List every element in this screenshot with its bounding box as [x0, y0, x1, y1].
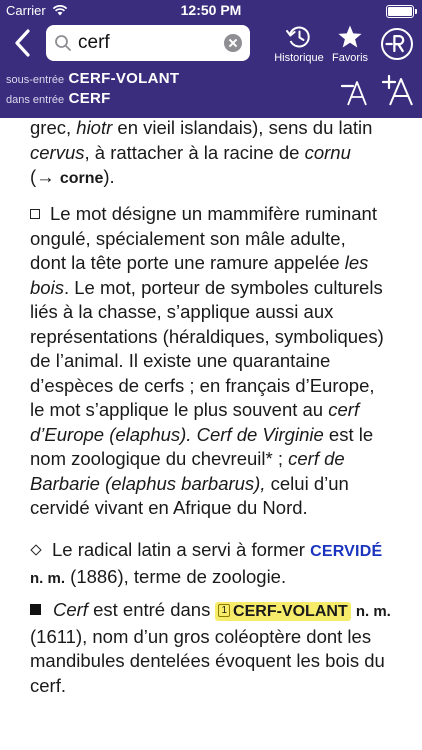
definition-paragraph: Le mot désigne un mammifère ruminant ong… [30, 202, 408, 521]
battery-icon [386, 5, 417, 18]
text-line: d’espèces de cerfs ; en français d’Europ… [30, 374, 375, 396]
text-italic: Barbarie (elaphus barbarus), [30, 472, 266, 494]
text-italic: cerf [328, 399, 360, 420]
history-button[interactable]: Historique [270, 24, 328, 66]
derivative-paragraph: Le radical latin a servi à former CERVID… [30, 538, 408, 591]
star-icon [338, 25, 362, 48]
search-input[interactable] [78, 27, 216, 59]
text-italic: les [344, 252, 369, 273]
status-bar: Carrier 12:50 PM [0, 0, 422, 22]
font-smaller-icon[interactable] [341, 77, 369, 107]
text-line: cervidé vivant en Afrique du Nord. [30, 497, 308, 518]
status-time: 12:50 PM [180, 2, 242, 18]
text-line: grec, [30, 118, 77, 138]
text-line: est le [323, 423, 374, 445]
square-bullet-icon [30, 209, 40, 219]
history-icon [286, 26, 310, 48]
search-icon [55, 35, 71, 51]
article-content[interactable]: grec, hiotr en vieil islandais), sens du… [0, 118, 422, 750]
text-line: de l’animal. Il existe une quarantaine [30, 350, 331, 371]
history-label: Historique [274, 52, 324, 64]
grammar-label: n. m. [30, 569, 66, 587]
subentry-prefix: sous-entrée [6, 74, 65, 86]
text-line: Le radical latin a servi à former [52, 539, 311, 560]
entry-title[interactable]: CERF [69, 90, 111, 107]
back-chevron-icon[interactable] [10, 28, 36, 58]
text-line: représentations (héraldiques, symbolique… [30, 325, 384, 347]
text-italic: cervus [30, 141, 85, 163]
text-line: liés à la chasse, s’applique aussi aux [30, 301, 334, 322]
link-corne[interactable]: corne [60, 170, 104, 187]
text-line: en vieil islandais), sens du latin [112, 118, 373, 138]
diamond-bullet-icon [30, 544, 42, 556]
text-line: (1886), terme de zoologie. [65, 565, 287, 587]
text-line: dont la tête porte une ramure appelée [30, 252, 345, 273]
text-line: ongulé, spécialement son mâle adulte, [30, 227, 346, 249]
text-italic: cornu [304, 141, 351, 163]
text-line: est entré dans [87, 599, 216, 620]
text-line: ). [103, 166, 115, 187]
highlight-cerf-volant[interactable]: 1 CERF-VOLANT [215, 602, 351, 621]
entry-prefix: dans entrée [6, 94, 65, 106]
search-field[interactable] [46, 25, 250, 61]
text-line: Le mot désigne un mammifère ruminant [50, 203, 377, 224]
link-cervide[interactable]: CERVIDÉ [310, 543, 382, 560]
highlight-text: CERF-VOLANT [233, 603, 348, 620]
text-italic: Cerf [53, 599, 88, 620]
text-italic: bois [30, 276, 64, 298]
text-line: le mot s’applique le plus souvent au [30, 399, 329, 420]
text-italic: cerf de [288, 448, 345, 469]
text-line: (→ [30, 166, 60, 187]
font-larger-icon[interactable] [382, 73, 414, 107]
compound-paragraph: Cerf est entré dans 1 CERF-VOLANT n. m. (… [30, 598, 408, 698]
le-robert-logo-icon[interactable] [381, 28, 413, 60]
text-italic: hiotr [76, 118, 113, 138]
text-line: cerf. [30, 674, 66, 696]
favorites-label: Favoris [331, 52, 369, 64]
text-line: celui d’un [265, 472, 349, 494]
homograph-number: 1 [218, 604, 231, 617]
text-line: mandibules dentelées évoquent les bois d… [30, 650, 385, 671]
clear-icon[interactable] [224, 34, 242, 52]
subentry-title: CERF-VOLANT [68, 70, 180, 87]
etymology-paragraph: grec, hiotr en vieil islandais), sens du… [30, 118, 408, 192]
text-line: . Le mot, porteur de symboles culturels [63, 276, 383, 298]
grammar-label: n. m. [355, 603, 391, 620]
favorites-button[interactable]: Favoris [326, 24, 374, 66]
text-line: , à rattacher à la racine de [84, 141, 305, 163]
text-line: (1611), nom d’un gros coléoptère dont le… [30, 625, 372, 647]
top-bar: Carrier 12:50 PM Historique Favoris [0, 0, 422, 118]
text-line: nom zoologique du chevreuil* ; [30, 448, 289, 469]
text-italic: d’Europe (elaphus). Cerf de Virginie [30, 423, 324, 445]
black-square-bullet-icon [30, 604, 41, 615]
